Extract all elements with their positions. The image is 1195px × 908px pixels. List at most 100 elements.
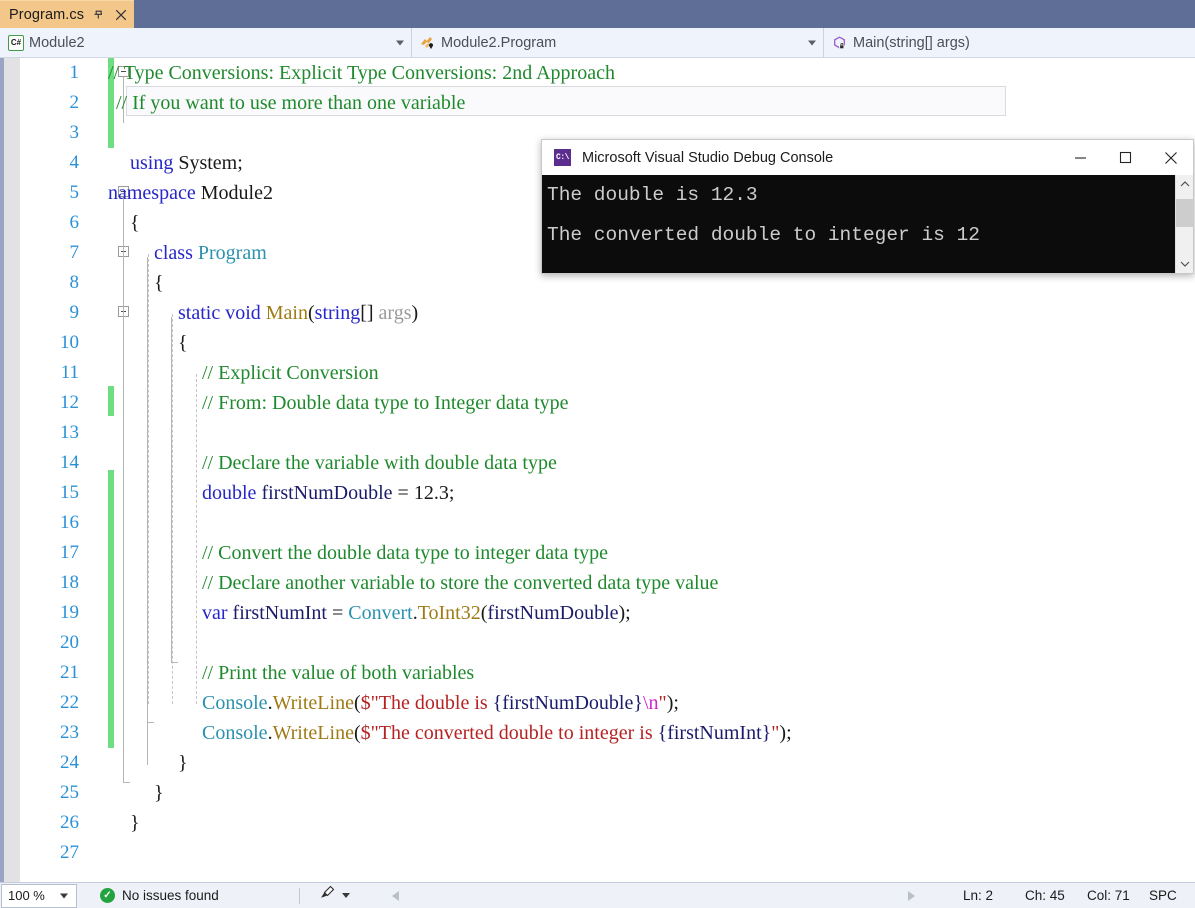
gutter bbox=[90, 88, 108, 118]
code-line[interactable]: 10 { bbox=[20, 328, 1195, 358]
type-token: Console bbox=[202, 692, 268, 714]
code-content[interactable]: } bbox=[108, 778, 1195, 808]
brace-token: } bbox=[154, 782, 164, 804]
triangle-right-icon[interactable] bbox=[908, 890, 915, 901]
code-line[interactable]: 27 bbox=[20, 838, 1195, 868]
code-line[interactable]: 1 // Type Conversions: Explicit Type Con… bbox=[20, 58, 1195, 88]
identifier-token: System; bbox=[173, 152, 243, 174]
code-line[interactable]: 11 // Explicit Conversion bbox=[20, 358, 1195, 388]
code-line[interactable]: 12 // From: Double data type to Integer … bbox=[20, 388, 1195, 418]
gutter bbox=[90, 58, 108, 88]
scrollbar-track[interactable] bbox=[1175, 193, 1194, 255]
line-number: 3 bbox=[69, 122, 80, 143]
gutter bbox=[90, 508, 108, 538]
code-line[interactable]: 2 // If you want to use more than one va… bbox=[20, 88, 1195, 118]
console-output-line-3: The converted double to integer is 12 bbox=[547, 224, 980, 246]
code-content[interactable]: // Print the value of both variables bbox=[108, 658, 1195, 688]
line-number: 4 bbox=[69, 152, 80, 173]
code-content[interactable]: // Declare the variable with double data… bbox=[108, 448, 1195, 478]
navbar-member-dropdown[interactable]: Main(string[] args) bbox=[824, 28, 1195, 58]
code-content[interactable]: var firstNumInt = Convert.ToInt32(firstN… bbox=[108, 598, 1195, 628]
chevron-down-icon[interactable] bbox=[396, 40, 404, 46]
navbar-project-dropdown[interactable]: C# Module2 bbox=[0, 28, 412, 58]
code-line[interactable]: 26 } bbox=[20, 808, 1195, 838]
chevron-down-icon[interactable] bbox=[808, 40, 816, 46]
code-line[interactable]: 15 double firstNumDouble = 12.3; bbox=[20, 478, 1195, 508]
chevron-down-icon[interactable] bbox=[1176, 255, 1194, 273]
code-line[interactable]: 17 // Convert the double data type to in… bbox=[20, 538, 1195, 568]
comment-token: // From: Double data type to Integer dat… bbox=[202, 392, 569, 414]
tab-program-cs[interactable]: Program.cs bbox=[0, 0, 135, 28]
navbar-type-dropdown[interactable]: Module2.Program bbox=[412, 28, 824, 58]
gutter bbox=[90, 178, 108, 208]
close-icon[interactable] bbox=[113, 7, 128, 23]
line-number: 18 bbox=[60, 572, 79, 593]
code-line[interactable]: 14 // Declare the variable with double d… bbox=[20, 448, 1195, 478]
chevron-down-icon[interactable] bbox=[341, 893, 350, 898]
status-line: Ln: 2 bbox=[963, 888, 994, 903]
code-content[interactable]: Console.WriteLine($"The converted double… bbox=[108, 718, 1195, 748]
chevron-down-icon[interactable] bbox=[60, 893, 68, 898]
code-line[interactable]: 22 Console.WriteLine($"The double is {fi… bbox=[20, 688, 1195, 718]
string-token: The converted double to integer is bbox=[378, 722, 658, 744]
minimize-icon[interactable] bbox=[1058, 140, 1103, 175]
code-line[interactable]: 24 } bbox=[20, 748, 1195, 778]
keyword-token: class bbox=[154, 242, 193, 264]
close-icon[interactable] bbox=[1148, 140, 1193, 175]
line-number: 10 bbox=[60, 332, 79, 353]
line-number: 13 bbox=[60, 422, 79, 443]
punct-token: ( bbox=[353, 722, 361, 744]
comment-token: // If you want to use more than one vari… bbox=[116, 92, 466, 114]
code-content[interactable]: // Convert the double data type to integ… bbox=[108, 538, 1195, 568]
code-content[interactable]: // Type Conversions: Explicit Type Conve… bbox=[108, 58, 1195, 88]
console-scrollbar[interactable] bbox=[1175, 175, 1194, 273]
code-content[interactable]: // From: Double data type to Integer dat… bbox=[108, 388, 1195, 418]
zoom-level-dropdown[interactable]: 100 % bbox=[1, 883, 77, 908]
code-line[interactable]: 25 } bbox=[20, 778, 1195, 808]
gutter bbox=[90, 208, 108, 238]
code-line[interactable]: 16 bbox=[20, 508, 1195, 538]
triangle-left-icon[interactable] bbox=[391, 890, 399, 901]
comment-token: // Convert the double data type to integ… bbox=[202, 542, 608, 564]
code-line[interactable]: 18 // Declare another variable to store … bbox=[20, 568, 1195, 598]
line-number: 19 bbox=[60, 602, 79, 623]
code-line[interactable]: 9 static void Main(string[] args) bbox=[20, 298, 1195, 328]
maximize-icon[interactable] bbox=[1103, 140, 1148, 175]
code-content[interactable]: // Declare another variable to store the… bbox=[108, 568, 1195, 598]
code-line[interactable]: 23 Console.WriteLine($"The converted dou… bbox=[20, 718, 1195, 748]
code-content[interactable]: { bbox=[108, 328, 1195, 358]
code-content[interactable]: } bbox=[108, 748, 1195, 778]
debug-console-window[interactable]: C:\ Microsoft Visual Studio Debug Consol… bbox=[541, 139, 1194, 274]
gutter bbox=[90, 118, 108, 148]
code-line[interactable]: 21 // Print the value of both variables bbox=[20, 658, 1195, 688]
gutter bbox=[90, 148, 108, 178]
string-token: The double is bbox=[378, 692, 493, 714]
code-line[interactable]: 19 var firstNumInt = Convert.ToInt32(fir… bbox=[20, 598, 1195, 628]
gutter bbox=[90, 628, 108, 658]
code-content[interactable]: // Explicit Conversion bbox=[108, 358, 1195, 388]
feedback-brush-icon[interactable] bbox=[318, 885, 335, 906]
code-line[interactable]: 13 bbox=[20, 418, 1195, 448]
gutter bbox=[90, 658, 108, 688]
brace-token: } bbox=[178, 752, 188, 774]
keyword-token: string bbox=[314, 302, 361, 324]
issues-status[interactable]: ✓ No issues found bbox=[100, 888, 219, 903]
code-content[interactable]: Console.WriteLine($"The double is {first… bbox=[108, 688, 1195, 718]
code-content[interactable]: // If you want to use more than one vari… bbox=[108, 88, 1195, 118]
scrollbar-thumb[interactable] bbox=[1175, 199, 1194, 227]
code-content[interactable]: double firstNumDouble = 12.3; bbox=[108, 478, 1195, 508]
console-title-bar[interactable]: C:\ Microsoft Visual Studio Debug Consol… bbox=[542, 140, 1193, 175]
method-token: Main bbox=[260, 302, 308, 324]
line-number: 15 bbox=[60, 482, 79, 503]
pin-icon[interactable] bbox=[91, 7, 106, 23]
console-output[interactable]: The double is 12.3 The converted double … bbox=[542, 175, 1193, 273]
navbar-member-label: Main(string[] args) bbox=[853, 35, 970, 51]
line-number: 17 bbox=[60, 542, 79, 563]
chevron-up-icon[interactable] bbox=[1176, 175, 1194, 193]
feedback-control[interactable] bbox=[318, 885, 350, 906]
code-content[interactable]: } bbox=[108, 808, 1195, 838]
string-token: " bbox=[658, 692, 667, 714]
code-content[interactable]: static void Main(string[] args) bbox=[108, 298, 1195, 328]
line-number: 7 bbox=[69, 242, 80, 263]
code-line[interactable]: 20 bbox=[20, 628, 1195, 658]
